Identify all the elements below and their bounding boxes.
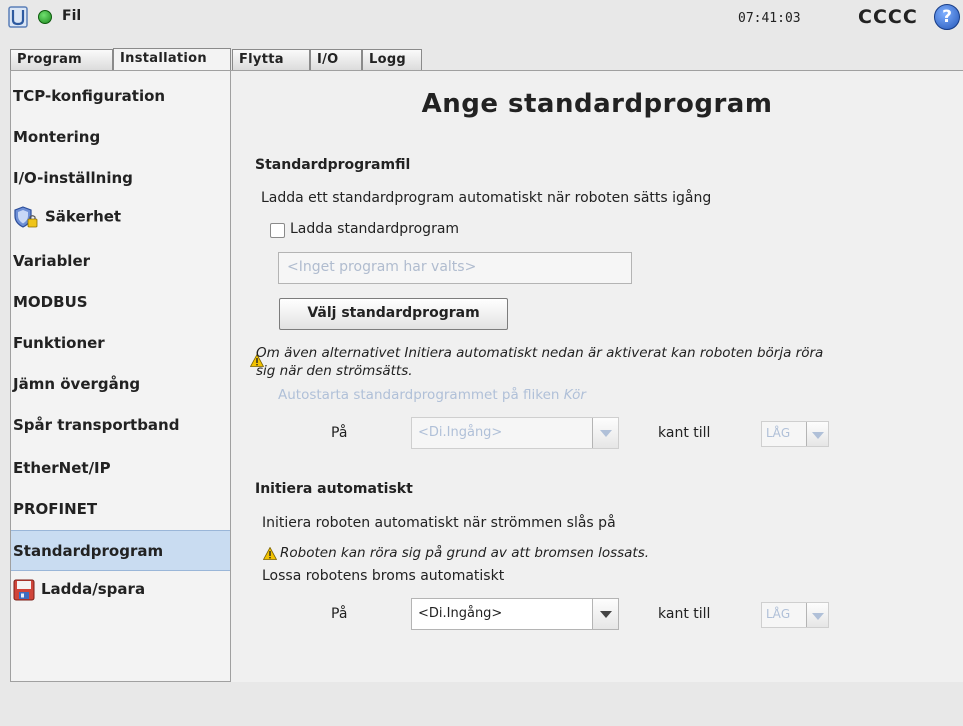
tab-program[interactable]: Program bbox=[10, 49, 113, 70]
autostart-level-value: LÅG bbox=[766, 426, 791, 440]
brake-level-value: LÅG bbox=[766, 607, 791, 621]
autostart-warning-line1: Om även alternativet Initiera automatisk… bbox=[256, 345, 824, 361]
chevron-down-icon bbox=[806, 422, 828, 446]
autostart-label: Autostarta standardprogrammet på fliken … bbox=[278, 387, 586, 403]
tab-installation[interactable]: Installation bbox=[113, 48, 231, 70]
auto-init-heading: Initiera automatiskt bbox=[255, 481, 413, 497]
robot-name: CCCC bbox=[858, 6, 918, 28]
brake-on-label: På bbox=[331, 606, 348, 622]
sidebar-item-conveyor-tracking[interactable]: Spår transportband bbox=[11, 414, 230, 454]
brake-input-dropdown[interactable]: <Di.Ingång> bbox=[411, 598, 619, 630]
sidebar-item-label: I/O-inställning bbox=[13, 169, 133, 187]
sidebar-item-label: Säkerhet bbox=[45, 207, 122, 226]
default-file-heading: Standardprogramfil bbox=[255, 157, 411, 173]
sidebar-item-default-program[interactable]: Standardprogram bbox=[11, 530, 230, 571]
ur-logo-icon bbox=[8, 6, 28, 28]
default-program-field[interactable]: <Inget program har valts> bbox=[278, 252, 632, 284]
sidebar-item-load-save[interactable]: Ladda/spara bbox=[11, 578, 230, 618]
autostart-level-dropdown[interactable]: LÅG bbox=[761, 421, 829, 447]
sidebar-item-smooth-transition[interactable]: Jämn övergång bbox=[11, 373, 230, 413]
brake-level-dropdown[interactable]: LÅG bbox=[761, 602, 829, 628]
sidebar-item-label: Ladda/spara bbox=[41, 580, 146, 598]
autostart-edge-label: kant till bbox=[658, 425, 711, 441]
main-panel: Ange standardprogram Standardprogramfil … bbox=[231, 70, 963, 682]
chevron-down-icon bbox=[592, 418, 618, 448]
tab-log[interactable]: Logg bbox=[362, 49, 422, 70]
sidebar-item-label: EtherNet/IP bbox=[13, 459, 111, 477]
help-icon[interactable]: ? bbox=[934, 4, 960, 30]
sidebar: TCP-konfiguration Montering I/O-inställn… bbox=[10, 70, 231, 682]
brake-input-value: <Di.Ingång> bbox=[418, 606, 503, 621]
sidebar-item-safety[interactable]: Säkerhet bbox=[11, 205, 230, 245]
sidebar-item-label: Funktioner bbox=[13, 334, 105, 352]
sidebar-item-label: PROFINET bbox=[13, 500, 98, 518]
autostart-run-tab: Kör bbox=[563, 387, 586, 403]
sidebar-item-label: Spår transportband bbox=[13, 416, 180, 434]
page-title: Ange standardprogram bbox=[421, 89, 773, 119]
tab-move[interactable]: Flytta bbox=[232, 49, 310, 70]
warning-icon bbox=[263, 547, 277, 560]
autostart-input-value: <Di.Ingång> bbox=[418, 425, 503, 440]
sidebar-item-mounting[interactable]: Montering bbox=[11, 126, 230, 166]
sidebar-item-modbus[interactable]: MODBUS bbox=[11, 291, 230, 331]
auto-init-description: Initiera roboten automatiskt när strömme… bbox=[262, 515, 616, 531]
default-file-description: Ladda ett standardprogram automatiskt nä… bbox=[261, 190, 712, 206]
sidebar-item-features[interactable]: Funktioner bbox=[11, 332, 230, 372]
autostart-warning-line2: sig när den strömsätts. bbox=[256, 363, 413, 379]
save-disk-icon bbox=[13, 579, 35, 600]
chevron-down-icon bbox=[806, 603, 828, 627]
brake-edge-label: kant till bbox=[658, 606, 711, 622]
brake-release-label: Lossa robotens broms automatiskt bbox=[262, 568, 505, 584]
sidebar-item-tcp[interactable]: TCP-konfiguration bbox=[11, 85, 230, 125]
file-menu[interactable]: Fil bbox=[62, 8, 81, 24]
sidebar-item-label: Jämn övergång bbox=[13, 375, 141, 393]
shield-lock-icon bbox=[14, 206, 38, 228]
load-default-program-checkbox[interactable] bbox=[270, 223, 285, 238]
tab-io[interactable]: I/O bbox=[310, 49, 362, 70]
sidebar-item-label: MODBUS bbox=[13, 293, 88, 311]
top-bar: Fil 07:41:03 CCCC ? bbox=[0, 0, 963, 44]
clock: 07:41:03 bbox=[738, 11, 801, 26]
sidebar-item-ethernet-ip[interactable]: EtherNet/IP bbox=[11, 457, 230, 497]
sidebar-item-label: Standardprogram bbox=[13, 542, 164, 560]
sidebar-item-label: TCP-konfiguration bbox=[13, 87, 166, 105]
sidebar-item-label: Variabler bbox=[13, 252, 91, 270]
chevron-down-icon bbox=[592, 599, 618, 629]
brake-warning: Roboten kan röra sig på grund av att bro… bbox=[280, 545, 650, 561]
select-default-program-button[interactable]: Välj standardprogram bbox=[279, 298, 508, 330]
sidebar-item-label: Montering bbox=[13, 128, 101, 146]
load-default-program-label[interactable]: Ladda standardprogram bbox=[290, 221, 459, 237]
sidebar-item-io-setup[interactable]: I/O-inställning bbox=[11, 167, 230, 207]
sidebar-item-variables[interactable]: Variabler bbox=[11, 250, 230, 290]
autostart-input-dropdown[interactable]: <Di.Ingång> bbox=[411, 417, 619, 449]
bottom-bar bbox=[0, 684, 963, 726]
autostart-on-label: På bbox=[331, 425, 348, 441]
status-ok-icon[interactable] bbox=[38, 10, 52, 24]
autostart-prefix: Autostarta standardprogrammet på fliken bbox=[278, 387, 564, 403]
